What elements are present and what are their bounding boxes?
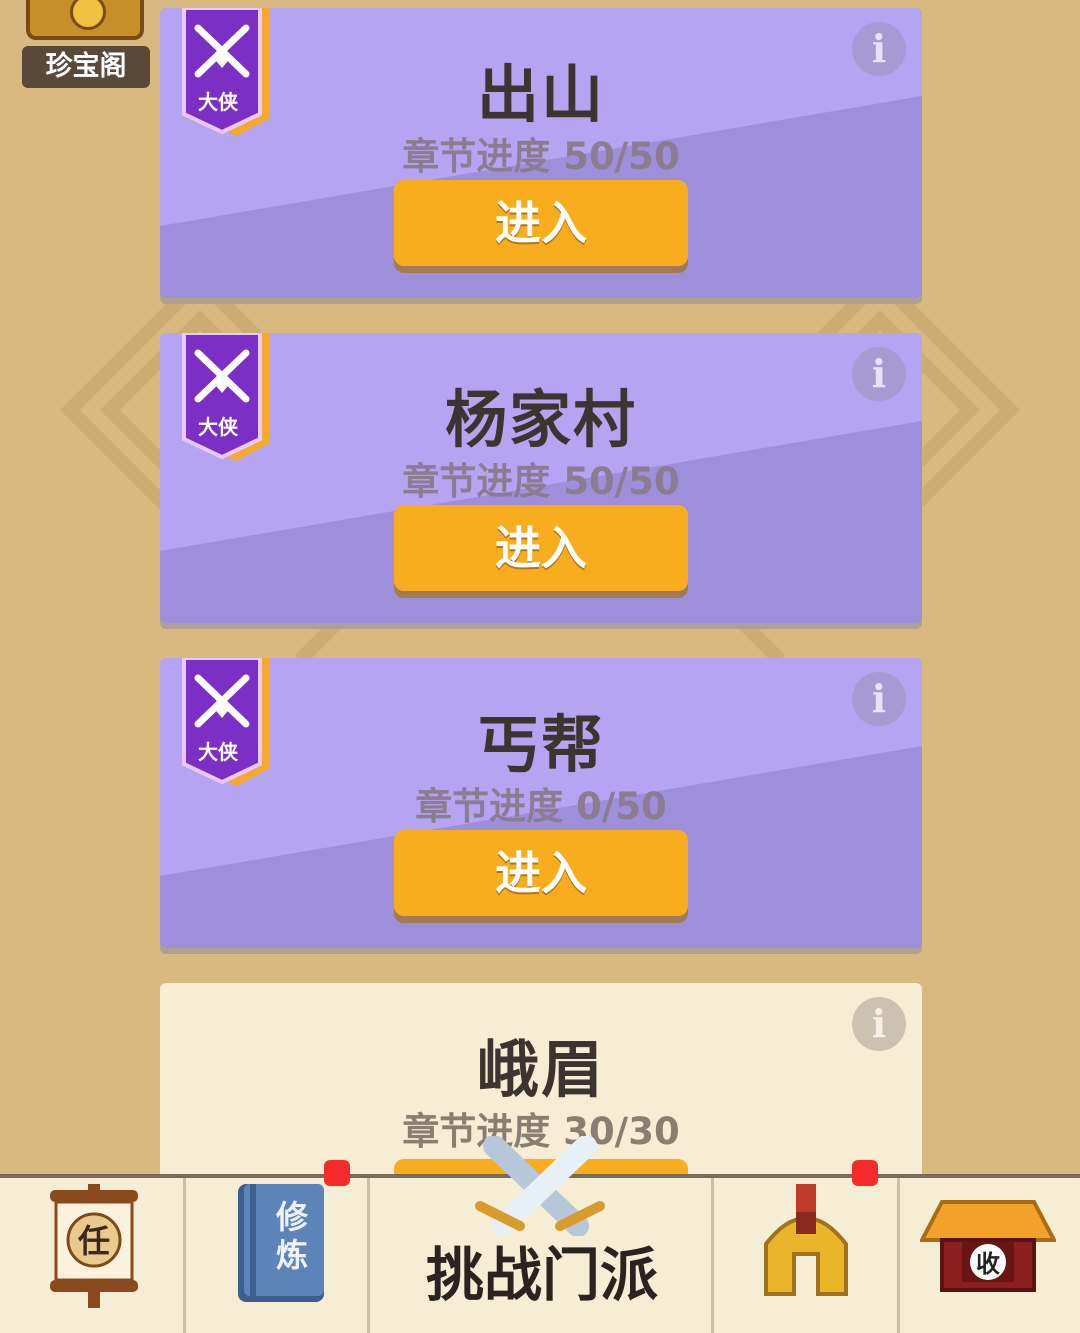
task-char: 任 [78,1222,110,1260]
tab-equipment[interactable] [714,1160,900,1333]
book-icon: 修 炼 [238,1184,324,1302]
chapter-card-chushan: 大侠 i 出山 章节进度 50/50 进入 [160,8,922,298]
scroll-icon: 任 [50,1184,138,1308]
chapter-progress: 章节进度 50/50 [402,460,680,503]
chapter-card-gaibang: 大侠 i 丐帮 章节进度 0/50 进入 [160,658,922,948]
chapter-title: 出山 [476,58,605,131]
shop-icon: 收 [920,1200,1056,1292]
helmet-icon [764,1184,848,1296]
bottom-nav-bar: 任 修 炼 修炼 挑战门派 [0,1136,1080,1333]
enter-button[interactable]: 进入 [394,180,688,266]
crossed-swords-icon [475,1136,605,1236]
chapter-progress: 章节进度 50/50 [402,135,680,178]
chapter-card-yangjiacun: 大侠 i 杨家村 章节进度 50/50 进入 [160,333,922,623]
tab-collect[interactable]: 收 [900,1178,1080,1333]
treasure-pavilion-label: 珍宝阁 [22,46,150,88]
challenge-sect-label: 挑战门派 [425,1241,658,1309]
notification-dot [324,1160,350,1186]
enter-button[interactable]: 进入 [394,505,688,591]
chapter-title: 杨家村 [444,383,637,456]
svg-text:修: 修 [275,1198,309,1236]
notification-dot [852,1160,878,1186]
tab-tasks[interactable]: 任 [0,1178,186,1333]
collect-char: 收 [976,1250,1000,1278]
enter-button[interactable]: 进入 [394,830,688,916]
chapter-progress: 章节进度 0/50 [415,785,667,828]
chapter-title: 峨眉 [476,1033,605,1106]
tab-challenge-sect[interactable]: 挑战门派 [370,1136,714,1333]
svg-text:炼: 炼 [276,1236,308,1274]
treasure-chest-icon [26,0,144,40]
tab-training[interactable]: 修 炼 修炼 [186,1160,370,1333]
chapter-title: 丐帮 [476,708,605,781]
treasure-pavilion-button[interactable]: 珍宝阁 [22,0,150,92]
